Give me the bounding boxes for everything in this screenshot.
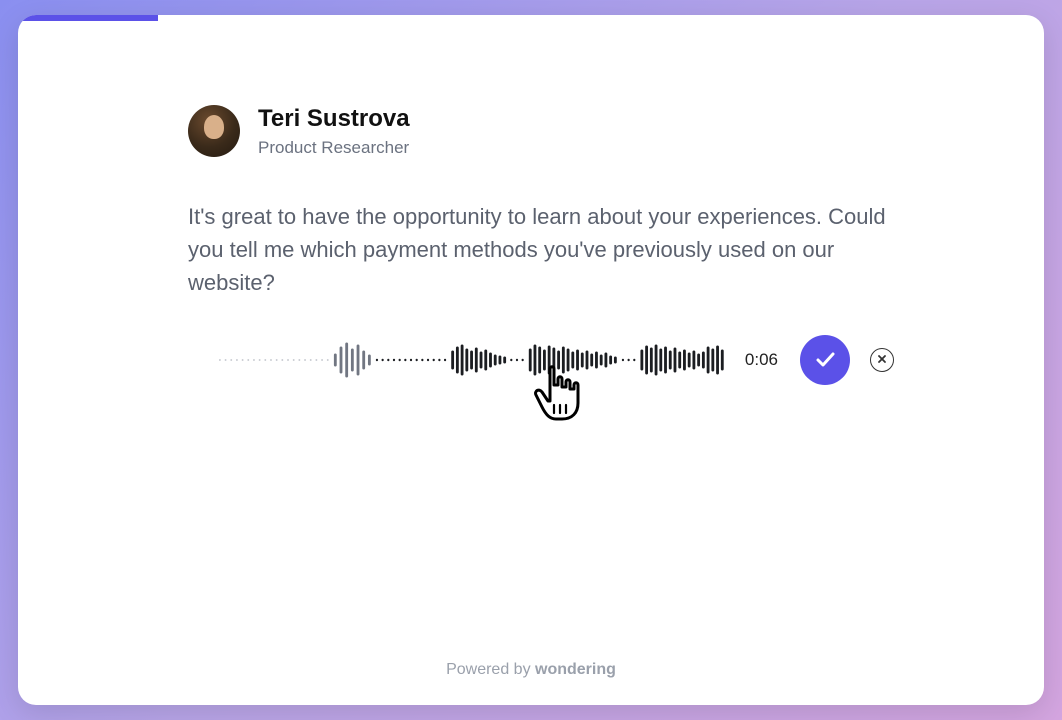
footer-brand: wondering [535,661,616,678]
progress-fill [18,15,158,21]
recording-timer: 0:06 [745,350,778,370]
waveform[interactable] [218,340,729,380]
avatar [188,105,240,157]
progress-bar [18,15,1044,21]
interviewer-role: Product Researcher [258,138,410,158]
interviewer-block: Teri Sustrova Product Researcher [188,105,924,158]
interviewer-name: Teri Sustrova [258,105,410,134]
footer-prefix: Powered by [446,661,535,678]
confirm-button[interactable] [800,335,850,385]
question-text: It's great to have the opportunity to le… [188,200,888,299]
audio-recorder: 0:06 [218,335,894,385]
survey-card: Teri Sustrova Product Researcher It's gr… [18,15,1044,705]
cancel-button[interactable] [870,348,894,372]
interviewer-text: Teri Sustrova Product Researcher [258,105,410,158]
close-icon [876,353,888,368]
footer: Powered by wondering [18,661,1044,679]
check-icon [813,347,837,374]
content-area: Teri Sustrova Product Researcher It's gr… [188,105,924,299]
